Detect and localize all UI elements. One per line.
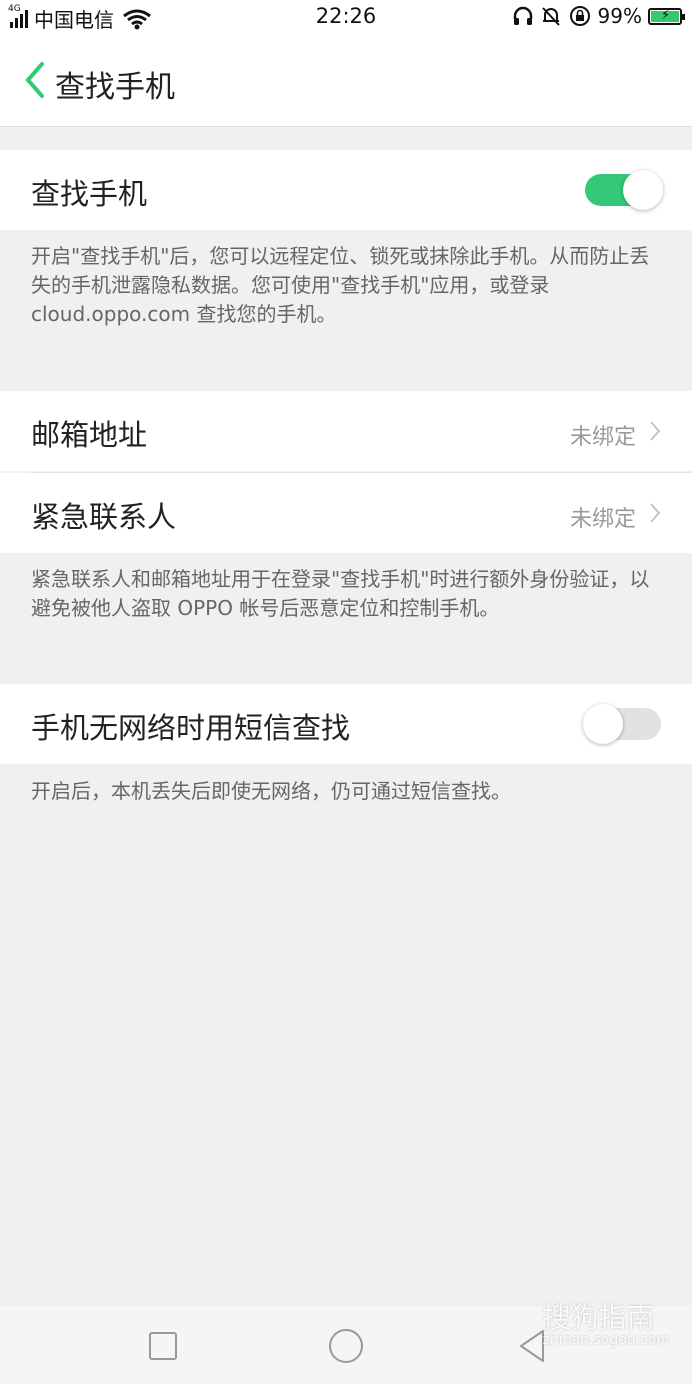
status-right: 99% ⚡: [512, 4, 685, 28]
bell-off-icon: [541, 7, 560, 26]
battery-icon: ⚡: [648, 7, 685, 25]
email-status: 未绑定: [569, 425, 636, 450]
find-phone-note: 开启"查找手机"后，您可以远程定位、锁死或抹除此手机。从而防止丢失的手机泄露隐私…: [31, 244, 650, 326]
watermark-domain: zhinan.sogou.com: [542, 1332, 670, 1348]
back-arrow-icon[interactable]: [20, 60, 50, 100]
toggle-knob: [583, 704, 623, 744]
sms-find-note: 开启后，本机丢失后即使无网络，仍可通过短信查找。: [31, 779, 511, 803]
battery-percent: 99%: [597, 4, 642, 28]
sms-find-toggle[interactable]: [583, 704, 661, 744]
status-bar: 4G 中国电信 22:26 99% ⚡: [0, 0, 692, 36]
page-title: 查找手机: [55, 70, 175, 105]
sms-find-row[interactable]: 手机无网络时用短信查找: [0, 684, 692, 764]
emergency-contact-label: 紧急联系人: [31, 500, 177, 534]
toggle-knob: [623, 170, 663, 210]
bindings-note: 紧急联系人和邮箱地址用于在登录"查找手机"时进行额外身份验证，以避免被他人盗取 …: [31, 567, 650, 620]
emergency-contact-status: 未绑定: [569, 507, 636, 532]
find-phone-row[interactable]: 查找手机: [0, 150, 692, 230]
title-bar: 查找手机: [0, 36, 692, 127]
home-icon[interactable]: [326, 1326, 366, 1366]
recent-apps-icon[interactable]: [143, 1326, 183, 1366]
email-label: 邮箱地址: [31, 418, 148, 452]
rotation-lock-icon: [569, 6, 590, 26]
find-phone-toggle[interactable]: [585, 170, 663, 210]
email-row[interactable]: 邮箱地址 未绑定: [0, 391, 692, 471]
emergency-contact-row[interactable]: 紧急联系人 未绑定: [0, 473, 692, 553]
chevron-right-icon: [650, 421, 661, 441]
find-phone-label: 查找手机: [31, 177, 148, 211]
watermark: 搜狗指南 zhinan.sogou.com: [543, 1296, 670, 1348]
watermark-brand: 搜狗指南: [542, 1301, 655, 1334]
chevron-right-icon: [650, 503, 661, 523]
headphones-icon: [513, 6, 532, 25]
sms-find-label: 手机无网络时用短信查找: [31, 711, 351, 745]
